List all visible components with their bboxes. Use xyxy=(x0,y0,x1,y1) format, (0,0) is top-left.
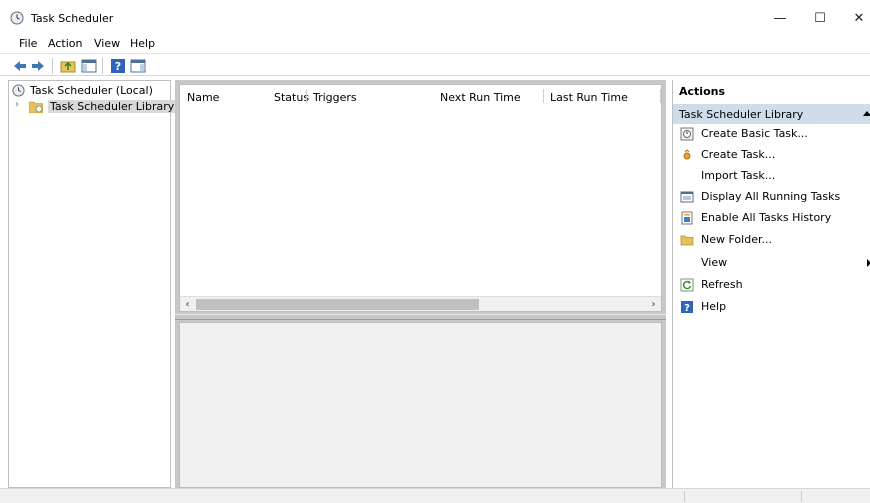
collapse-caret-icon[interactable] xyxy=(863,111,870,116)
action-import-task[interactable]: Import Task... xyxy=(673,166,870,187)
help-icon: ? xyxy=(681,301,693,314)
action-refresh[interactable]: Refresh xyxy=(673,275,870,296)
window-title: Task Scheduler xyxy=(31,12,114,25)
action-label: Import Task... xyxy=(701,169,776,182)
menu-file[interactable]: File xyxy=(19,37,37,50)
back-arrow-icon[interactable] xyxy=(12,58,28,74)
action-create-basic-task[interactable]: Create Basic Task... xyxy=(673,124,870,145)
refresh-icon xyxy=(680,278,694,292)
clock-icon xyxy=(12,84,25,97)
minimize-button[interactable]: — xyxy=(765,9,795,29)
actions-section-header[interactable]: Task Scheduler Library xyxy=(673,104,870,124)
action-new-folder[interactable]: New Folder... xyxy=(673,230,870,251)
column-header-last-run-time[interactable]: Last Run Time xyxy=(550,91,628,104)
action-label: Refresh xyxy=(701,278,743,291)
chevron-right-icon[interactable]: › xyxy=(15,99,19,110)
action-label: Help xyxy=(701,300,727,313)
column-header-triggers[interactable]: Triggers xyxy=(313,91,357,104)
svg-text:?: ? xyxy=(684,303,690,314)
column-divider[interactable] xyxy=(660,89,661,103)
task-detail-pane xyxy=(179,322,662,488)
tree-item-label: Task Scheduler (Local) xyxy=(30,84,153,97)
menu-help[interactable]: Help xyxy=(130,37,155,50)
actions-title: Actions xyxy=(679,85,725,98)
menu-bar: File Action View Help xyxy=(0,34,870,52)
folder-icon xyxy=(680,235,694,246)
scroll-right-button[interactable]: › xyxy=(646,298,661,311)
toolbar-separator xyxy=(52,58,53,74)
running-tasks-icon xyxy=(680,191,694,203)
help-icon[interactable]: ? xyxy=(110,58,126,74)
action-create-task[interactable]: Create Task... xyxy=(673,145,870,166)
scroll-left-button[interactable]: ‹ xyxy=(180,298,195,311)
status-bar xyxy=(0,488,870,503)
maximize-button[interactable]: ☐ xyxy=(805,9,835,29)
up-folder-icon[interactable] xyxy=(60,58,76,74)
action-display-running-tasks[interactable]: Display All Running Tasks xyxy=(673,187,870,208)
action-label: New Folder... xyxy=(701,233,772,246)
menu-action[interactable]: Action xyxy=(48,37,82,50)
show-hide-action-pane-icon[interactable] xyxy=(130,58,146,74)
action-label: Create Basic Task... xyxy=(701,127,808,140)
pane-splitter[interactable] xyxy=(175,314,666,320)
column-header-next-run-time[interactable]: Next Run Time xyxy=(440,91,521,104)
folder-clock-icon xyxy=(29,101,43,113)
column-divider[interactable] xyxy=(543,89,544,103)
action-enable-tasks-history[interactable]: Enable All Tasks History xyxy=(673,208,870,229)
show-hide-console-tree-icon[interactable] xyxy=(81,58,97,74)
close-button[interactable]: ✕ xyxy=(844,9,870,29)
create-basic-task-icon xyxy=(680,127,694,141)
action-label: Display All Running Tasks xyxy=(701,190,841,203)
toolbar: ? xyxy=(0,53,870,76)
actions-pane: Actions Task Scheduler Library Create Ba… xyxy=(672,80,870,488)
scroll-thumb[interactable] xyxy=(196,299,479,310)
svg-text:?: ? xyxy=(115,60,121,73)
status-separator xyxy=(801,491,802,502)
title-bar: Task Scheduler — ☐ ✕ xyxy=(0,0,870,34)
menu-view[interactable]: View xyxy=(94,37,120,50)
forward-arrow-icon[interactable] xyxy=(30,58,46,74)
clock-icon xyxy=(10,11,24,25)
actions-section-label: Task Scheduler Library xyxy=(679,108,804,121)
center-pane: Name Status Triggers Next Run Time Last … xyxy=(175,80,666,488)
action-label: View xyxy=(701,256,728,269)
action-label: Enable All Tasks History xyxy=(701,211,832,224)
status-separator xyxy=(684,491,685,502)
tree-item-label: Task Scheduler Library xyxy=(48,100,177,113)
console-tree: Task Scheduler (Local) › Task Scheduler … xyxy=(8,80,177,488)
horizontal-scrollbar[interactable]: ‹ › xyxy=(180,296,661,311)
toolbar-separator xyxy=(102,58,103,74)
task-list[interactable]: Name Status Triggers Next Run Time Last … xyxy=(179,84,662,312)
column-header-name[interactable]: Name xyxy=(187,91,219,104)
action-help[interactable]: ? Help xyxy=(673,297,870,318)
column-divider[interactable] xyxy=(306,89,307,103)
history-icon xyxy=(681,211,693,225)
column-header-status[interactable]: Status xyxy=(274,91,309,104)
create-task-icon xyxy=(683,149,691,160)
action-label: Create Task... xyxy=(701,148,776,161)
action-view[interactable]: View xyxy=(673,253,870,274)
